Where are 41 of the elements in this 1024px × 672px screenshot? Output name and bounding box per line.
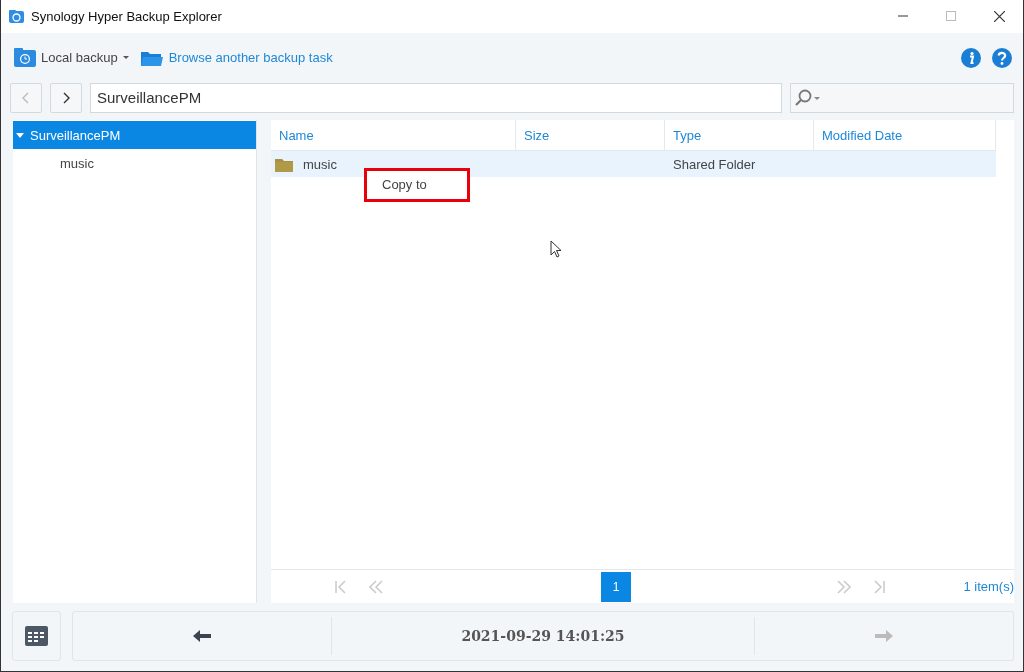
column-header[interactable]: Type	[665, 120, 814, 150]
file-type: Shared Folder	[672, 156, 756, 172]
next-page-icon[interactable]	[837, 579, 851, 594]
expand-arrow-icon[interactable]	[16, 132, 24, 138]
page-button[interactable]: 1	[601, 571, 631, 602]
caret-icon	[122, 56, 129, 59]
menu-item[interactable]: Copy to	[367, 171, 467, 199]
tree-item-highlight[interactable]: SurveillancePM	[13, 121, 256, 149]
folder-clock-icon	[14, 47, 36, 68]
calendar-button[interactable]	[12, 611, 61, 661]
arrow-left-icon	[193, 630, 211, 642]
maximize-icon[interactable]	[946, 11, 956, 21]
tree-item[interactable]: music	[60, 155, 94, 171]
search-icon	[795, 89, 820, 106]
item-count: 1 item(s)	[963, 579, 1014, 594]
window-title: Synology Hyper Backup Explorer	[31, 9, 223, 24]
first-page-icon[interactable]	[335, 579, 347, 594]
chevron-left-icon	[22, 91, 30, 104]
calendar-icon	[25, 626, 48, 646]
file-name: music	[302, 156, 337, 172]
column-header[interactable]: Modified Date	[814, 120, 996, 150]
forward-button[interactable]	[50, 82, 82, 113]
folder-icon	[140, 49, 163, 66]
close-icon[interactable]	[994, 11, 1005, 22]
folder-icon	[275, 156, 293, 172]
path-field[interactable]: SurveillancePM	[90, 82, 782, 113]
help-icon[interactable]	[992, 47, 1012, 68]
info-icon[interactable]	[961, 47, 981, 68]
cursor-icon	[550, 240, 562, 258]
browse-backup-link[interactable]: Browse another backup task	[168, 50, 333, 65]
chevron-right-icon	[62, 91, 70, 104]
previous-page-icon[interactable]	[369, 579, 383, 594]
last-page-icon[interactable]	[873, 579, 885, 594]
search-field[interactable]	[790, 82, 1014, 113]
column-header[interactable]: Name	[271, 120, 516, 150]
arrow-right-icon	[875, 630, 893, 642]
column-header[interactable]: Size	[516, 120, 665, 150]
file-row[interactable]: music Shared Folder	[271, 151, 996, 177]
local-backup-menu[interactable]: Local backup	[14, 47, 129, 68]
app-icon	[9, 9, 24, 24]
version-date: 2021-09-29 14:01:25	[331, 617, 755, 655]
